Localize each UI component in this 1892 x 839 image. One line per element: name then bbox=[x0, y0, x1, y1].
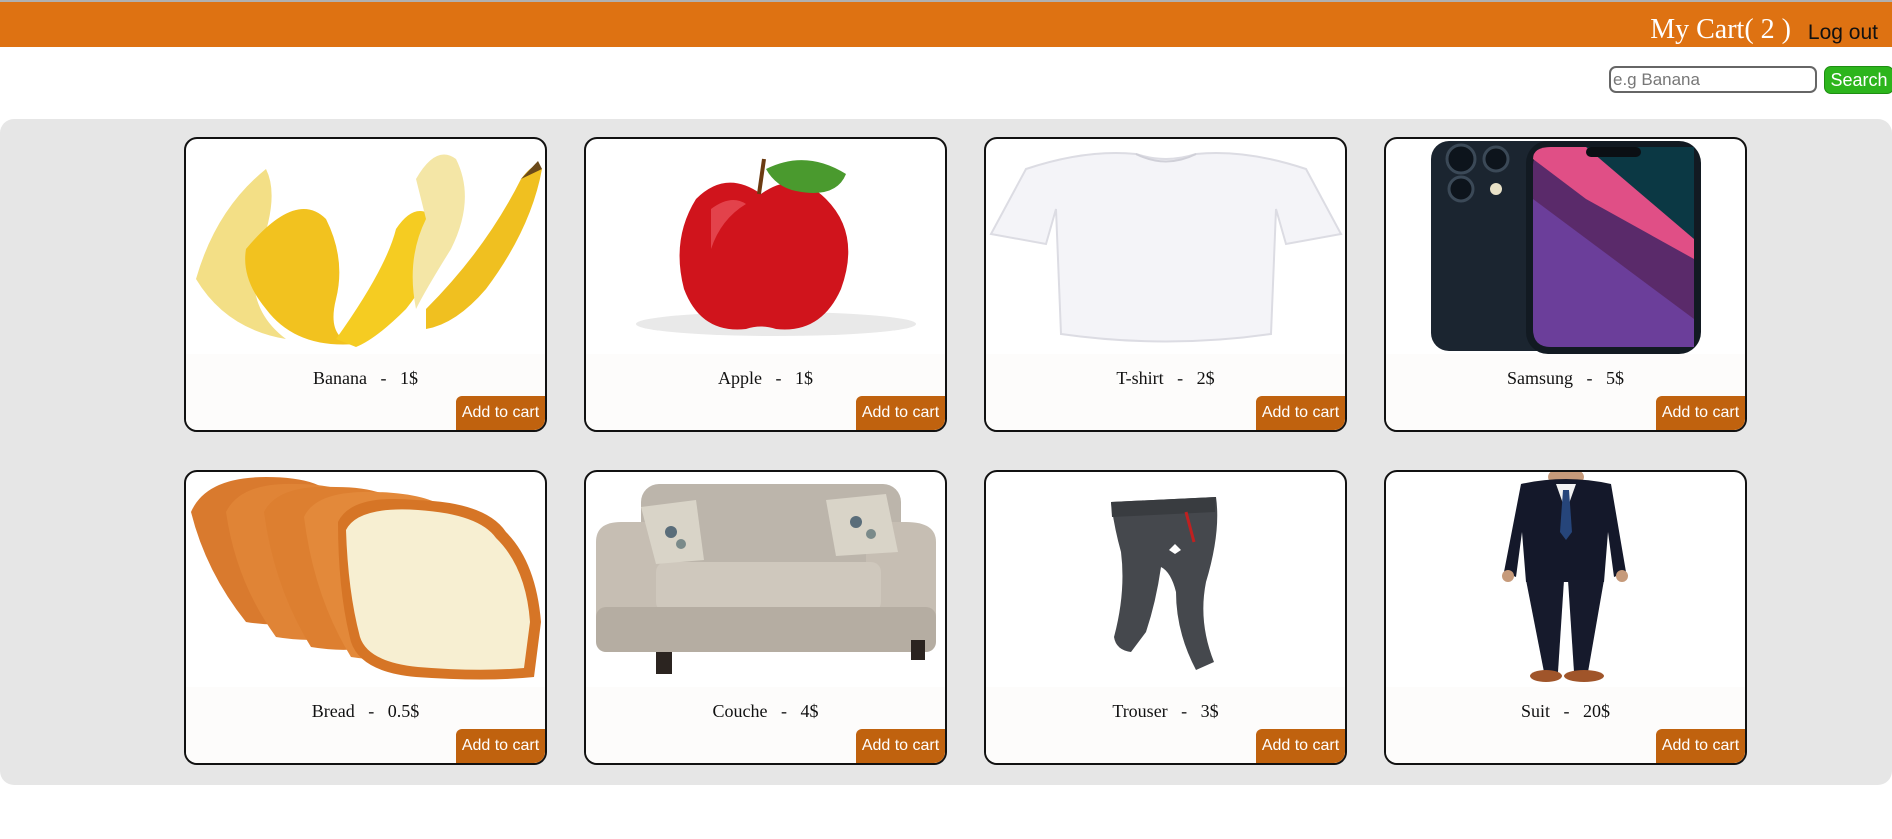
add-to-cart-button[interactable]: Add to cart bbox=[456, 729, 545, 763]
search-button[interactable]: Search bbox=[1824, 66, 1892, 94]
logout-link[interactable]: Log out bbox=[1808, 21, 1878, 45]
add-to-cart-button[interactable]: Add to cart bbox=[856, 729, 945, 763]
product-title: Suit - 20$ bbox=[1520, 701, 1610, 721]
product-title: Banana - 1$ bbox=[313, 368, 418, 388]
product-title: Apple - 1$ bbox=[718, 368, 813, 388]
product-title: Samsung - 5$ bbox=[1507, 368, 1624, 388]
add-to-cart-button[interactable]: Add to cart bbox=[1256, 396, 1345, 430]
product-card-samsung: Samsung - 5$ Add to cart bbox=[1384, 137, 1747, 432]
bread-image bbox=[186, 472, 545, 687]
product-card-tshirt: T-shirt - 2$ Add to cart bbox=[984, 137, 1347, 432]
couch-image bbox=[586, 472, 945, 687]
add-to-cart-button[interactable]: Add to cart bbox=[1256, 729, 1345, 763]
product-title: Trouser - 3$ bbox=[1112, 701, 1219, 721]
tshirt-image bbox=[986, 139, 1345, 354]
suit-image bbox=[1386, 472, 1745, 687]
product-title: Bread - 0.5$ bbox=[311, 701, 420, 721]
add-to-cart-button[interactable]: Add to cart bbox=[1656, 729, 1745, 763]
add-to-cart-button[interactable]: Add to cart bbox=[856, 396, 945, 430]
product-card-apple: Apple - 1$ Add to cart bbox=[584, 137, 947, 432]
trouser-image bbox=[986, 472, 1345, 687]
product-title: T-shirt - 2$ bbox=[1116, 368, 1215, 388]
product-grid: Banana - 1$ Add to cart Apple - 1$ Add t… bbox=[0, 119, 1892, 785]
add-to-cart-button[interactable]: Add to cart bbox=[456, 396, 545, 430]
top-navbar: My Cart( 2 ) Log out bbox=[0, 0, 1892, 47]
product-card-couche: Couche - 4$ Add to cart bbox=[584, 470, 947, 765]
product-card-suit: Suit - 20$ Add to cart bbox=[1384, 470, 1747, 765]
product-card-banana: Banana - 1$ Add to cart bbox=[184, 137, 547, 432]
apple-image bbox=[586, 139, 945, 354]
product-card-bread: Bread - 0.5$ Add to cart bbox=[184, 470, 547, 765]
my-cart-link[interactable]: My Cart( 2 ) bbox=[1650, 15, 1791, 45]
banana-image bbox=[186, 139, 545, 354]
search-input[interactable] bbox=[1609, 66, 1817, 93]
product-title: Couche - 4$ bbox=[712, 701, 819, 721]
product-card-trouser: Trouser - 3$ Add to cart bbox=[984, 470, 1347, 765]
add-to-cart-button[interactable]: Add to cart bbox=[1656, 396, 1745, 430]
phone-image bbox=[1386, 139, 1745, 354]
